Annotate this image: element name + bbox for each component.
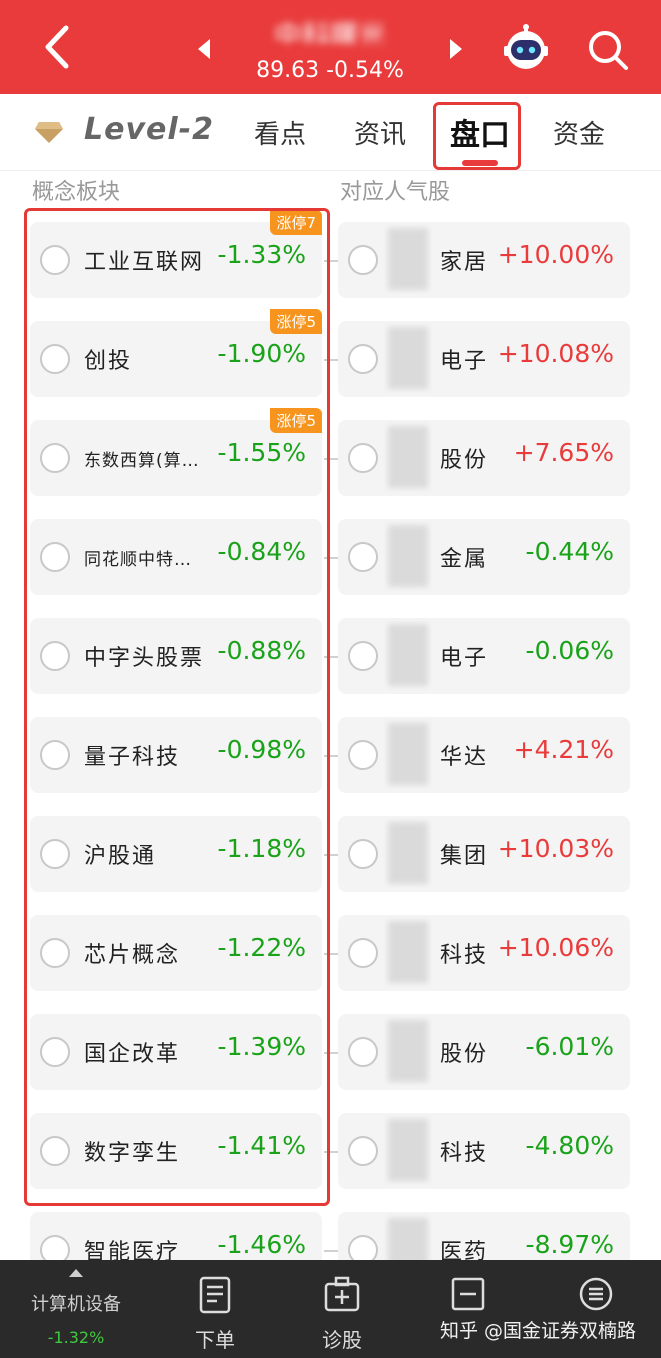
stock-row[interactable]: 科技 -4.80% [338,1113,630,1189]
stock-row[interactable]: 电子 -0.06% [338,618,630,694]
stock-name: 电子 [440,349,489,374]
stock-radio[interactable] [348,1037,378,1067]
stock-radio[interactable] [348,245,378,275]
stock-row[interactable]: 股份 -6.01% [338,1014,630,1090]
stock-name: 股份 [440,1042,489,1067]
stock-radio[interactable] [348,443,378,473]
blurred-stock-prefix [388,1119,428,1181]
stock-name: 股份 [440,448,489,473]
next-stock-icon[interactable] [448,38,464,60]
blurred-stock-prefix [388,327,428,389]
watermark: 知乎 @国金证券双楠路 [440,1320,637,1342]
back-arrow-icon[interactable] [38,24,78,70]
search-icon[interactable] [586,28,630,72]
stock-row[interactable]: 股份 +7.65% [338,420,630,496]
stock-change: +4.21% [513,735,614,764]
tab-bar: Level-2 看点 资讯 盘口 资金 [0,94,661,171]
blurred-stock-prefix [388,525,428,587]
stock-name: 家居 [440,250,489,275]
stock-price-change: 89.63 -0.54% [256,58,404,83]
stock-row[interactable]: 金属 -0.44% [338,519,630,595]
stock-row[interactable]: 科技 +10.06% [338,915,630,991]
blurred-stock-prefix [388,822,428,884]
stock-name: 科技 [440,1141,489,1166]
stock-radio[interactable] [348,1136,378,1166]
bottom-sector-name[interactable]: 计算机设备 [16,1290,136,1316]
stock-name: 集团 [440,844,489,869]
stock-radio[interactable] [348,344,378,374]
tab-news[interactable]: 资讯 [354,114,406,151]
stock-name: 科技 [440,943,489,968]
robot-assistant-icon[interactable] [502,24,550,72]
diagnose-kit-icon [324,1276,360,1312]
blurred-stock-prefix [388,426,428,488]
stock-row[interactable]: 家居 +10.00% [338,222,630,298]
stock-change: +10.03% [497,834,614,863]
header-bar: 中科曙光 89.63 -0.54% [0,0,661,94]
order-label: 下单 [195,1328,235,1352]
stock-radio[interactable] [348,641,378,671]
stock-change: -0.06% [525,636,614,665]
annotation-box [24,208,330,1206]
stock-change: -8.97% [525,1230,614,1259]
stock-row[interactable]: 电子 +10.08% [338,321,630,397]
blurred-stock-prefix [388,228,428,290]
stock-change: -6.01% [525,1032,614,1061]
blurred-stock-prefix [388,1020,428,1082]
diamond-icon [35,122,63,143]
blurred-stock-prefix [388,624,428,686]
stock-radio[interactable] [348,938,378,968]
level2-label[interactable]: Level-2 [84,112,214,147]
chevron-up-icon[interactable] [68,1268,84,1278]
stock-change: -0.44% [525,537,614,566]
stock-change: +10.08% [497,339,614,368]
blurred-stock-prefix [388,921,428,983]
tab-highlights[interactable]: 看点 [254,114,306,151]
stock-row[interactable]: 华达 +4.21% [338,717,630,793]
stock-name: 电子 [440,646,489,671]
bottom-sector-pct: -1.32% [47,1328,105,1347]
blurred-stock-prefix [388,723,428,785]
stock-row[interactable]: 集团 +10.03% [338,816,630,892]
prev-stock-icon[interactable] [196,38,212,60]
stock-change: +10.00% [497,240,614,269]
stock-change: -4.80% [525,1131,614,1160]
concept-sector-header: 概念板块 [32,180,121,205]
diagnose-label: 诊股 [322,1328,362,1352]
menu-circle-icon [579,1277,613,1311]
stock-name: 华达 [440,745,489,770]
tab-funds[interactable]: 资金 [553,114,605,151]
stock-radio[interactable] [348,740,378,770]
stock-radio[interactable] [348,542,378,572]
tab-highlight-box [433,102,521,170]
stock-name: 金属 [440,547,489,572]
stock-change: +10.06% [497,933,614,962]
bottom-bar: 计算机设备 -1.32% 下单 诊股 知乎 @国金证券双楠路 [0,1260,661,1358]
sector-change: -1.46% [217,1230,306,1259]
row-connector [324,1250,338,1252]
order-icon [199,1276,231,1314]
stock-radio[interactable] [348,839,378,869]
popular-stock-header: 对应人气股 [340,180,451,205]
stock-change: +7.65% [513,438,614,467]
minus-box-icon [451,1277,485,1311]
stock-title: 中科曙光 [273,19,386,44]
